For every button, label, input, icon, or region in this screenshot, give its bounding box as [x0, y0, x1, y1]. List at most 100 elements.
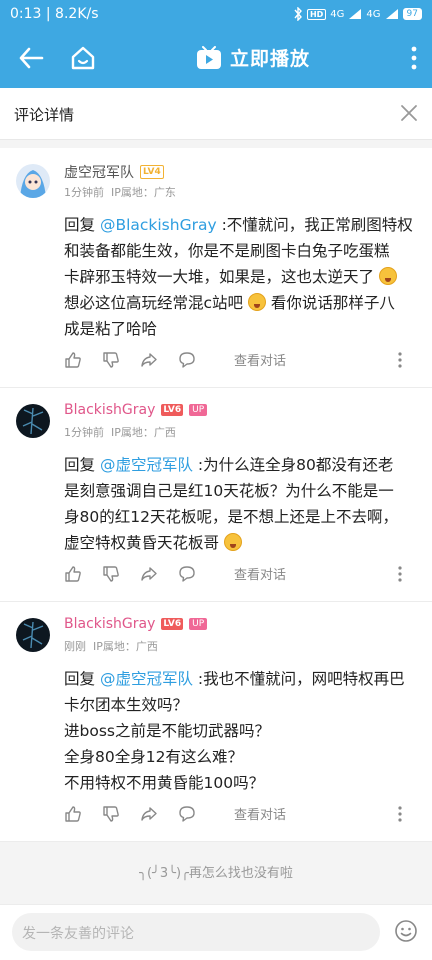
more-vertical-icon[interactable] — [410, 46, 418, 70]
status-right: HD 4G 4G 97 — [293, 7, 422, 21]
reply-prefix: 回复 — [64, 670, 100, 688]
username[interactable]: 虚空冠军队 — [64, 162, 134, 182]
share-icon[interactable] — [140, 805, 158, 823]
shocked-emoji-icon — [378, 267, 397, 285]
comment-time: 1分钟前 — [64, 186, 104, 199]
view-conversation-link[interactable]: 查看对话 — [234, 804, 286, 823]
reply-icon[interactable] — [178, 351, 196, 369]
comment-meta: 1分钟前 IP属地：广东 — [64, 184, 176, 200]
page-title: 评论详情 — [14, 106, 75, 124]
comment-actions: 查看对话 — [64, 350, 286, 369]
ip-location: IP属地：广西 — [93, 640, 158, 653]
comment-meta: 1分钟前 IP属地：广西 — [64, 424, 176, 440]
net-1: 4G — [330, 8, 345, 20]
comment-list: 虚空冠军队 LV4 1分钟前 IP属地：广东 回复 @BlackishGray … — [0, 148, 432, 842]
line-3: 身80的红12天花板呢，是不想上还是上不去啊， — [64, 508, 398, 526]
level-badge: LV6 — [161, 618, 184, 630]
reply-prefix: 回复 — [64, 216, 100, 234]
view-conversation-link[interactable]: 查看对话 — [234, 564, 286, 583]
comment-body: 回复 @虚空冠军队 :我也不懂就问，网吧特权再巴 卡尔团本生效吗？ 进boss之… — [64, 666, 416, 796]
comment-input-placeholder: 发一条友善的评论 — [22, 926, 134, 942]
battery-indicator: 97 — [402, 8, 422, 20]
view-conversation-link[interactable]: 查看对话 — [234, 350, 286, 369]
line-1: :不懂就问，我正常刷图特权 — [216, 216, 413, 234]
avatar[interactable] — [16, 618, 50, 652]
more-vertical-icon[interactable] — [398, 566, 402, 582]
line-3: 卡辟邪玉特效一大堆，如果是，这也太逆天了 — [64, 268, 375, 286]
up-badge: UP — [189, 404, 208, 416]
reply-icon[interactable] — [178, 565, 196, 583]
tv-play-icon — [197, 45, 221, 69]
like-icon[interactable] — [64, 351, 82, 369]
comment-body: 回复 @虚空冠军队 :为什么连全身80都没有还老 是刻意强调自己是红10天花板？… — [64, 452, 416, 556]
net-2: 4G — [366, 8, 381, 20]
username[interactable]: BlackishGray — [64, 402, 155, 418]
avatar-image — [16, 404, 50, 438]
comment-item: BlackishGray LV6 UP 刚刚 IP属地：广西 回复 @虚空冠军队… — [0, 602, 432, 842]
mention-link[interactable]: @虚空冠军队 — [100, 456, 193, 474]
comment-time: 1分钟前 — [64, 426, 104, 439]
line-5: 成是粘了哈哈 — [64, 320, 158, 338]
avatar[interactable] — [16, 164, 50, 198]
ip-location: IP属地：广西 — [111, 426, 176, 439]
line-4: 虚空特权黄昏天花板哥 — [64, 534, 220, 552]
comment-actions: 查看对话 — [64, 564, 286, 583]
home-icon[interactable] — [70, 45, 96, 71]
comment-actions: 查看对话 — [64, 804, 286, 823]
like-icon[interactable] — [64, 565, 82, 583]
line-2: 和装备都能生效，你是不是刷图卡白兔子吃蛋糕 — [64, 242, 390, 260]
signal-icon-2 — [385, 9, 398, 19]
app-bar: 立即播放 — [0, 28, 432, 88]
user-row: BlackishGray LV6 UP — [64, 616, 208, 632]
user-row: BlackishGray LV6 UP — [64, 402, 208, 418]
line-3: 进boss之前是不能切武器吗？ — [64, 722, 270, 740]
avatar-image — [16, 618, 50, 652]
more-vertical-icon[interactable] — [398, 352, 402, 368]
smile-icon[interactable] — [394, 919, 418, 943]
share-icon[interactable] — [140, 351, 158, 369]
comment-item: BlackishGray LV6 UP 1分钟前 IP属地：广西 回复 @虚空冠… — [0, 388, 432, 602]
line-2: 卡尔团本生效吗？ — [64, 696, 189, 714]
line-4: 全身80全身12有这么难？ — [64, 748, 243, 766]
line-4b: 看你说话那样子八 — [265, 294, 395, 312]
hd-tag: HD — [306, 8, 327, 20]
bluetooth-icon — [294, 7, 302, 21]
play-now-button[interactable]: 立即播放 — [196, 44, 310, 71]
level-badge: LV4 — [140, 165, 164, 179]
play-now-label: 立即播放 — [230, 48, 311, 70]
reply-prefix: 回复 — [64, 456, 100, 474]
status-left: 0:13 | 8.2K/s — [10, 6, 99, 22]
username[interactable]: BlackishGray — [64, 616, 155, 632]
close-icon[interactable] — [400, 104, 418, 122]
status-bar: 0:13 | 8.2K/s HD 4G 4G 97 — [0, 0, 432, 28]
scared-emoji-icon — [223, 533, 242, 551]
level-badge: LV6 — [161, 404, 184, 416]
arrow-left-icon[interactable] — [18, 46, 44, 70]
signal-icon — [349, 9, 362, 19]
comment-meta: 刚刚 IP属地：广西 — [64, 638, 158, 654]
more-vertical-icon[interactable] — [398, 806, 402, 822]
avatar[interactable] — [16, 404, 50, 438]
dislike-icon[interactable] — [102, 565, 120, 583]
dislike-icon[interactable] — [102, 805, 120, 823]
avatar-image — [16, 164, 50, 198]
reply-icon[interactable] — [178, 805, 196, 823]
like-icon[interactable] — [64, 805, 82, 823]
comment-time: 刚刚 — [64, 640, 86, 653]
comment-item: 虚空冠军队 LV4 1分钟前 IP属地：广东 回复 @BlackishGray … — [0, 148, 432, 388]
comment-detail-header: 评论详情 — [0, 88, 432, 140]
up-badge: UP — [189, 618, 208, 630]
mention-link[interactable]: @BlackishGray — [100, 216, 217, 234]
comment-input-bar: 发一条友善的评论 — [0, 904, 432, 960]
mention-link[interactable]: @虚空冠军队 — [100, 670, 193, 688]
dislike-icon[interactable] — [102, 351, 120, 369]
comment-body: 回复 @BlackishGray :不懂就问，我正常刷图特权 和装备都能生效，你… — [64, 212, 416, 342]
share-icon[interactable] — [140, 565, 158, 583]
comment-input[interactable]: 发一条友善的评论 — [12, 913, 380, 951]
line-2: 是刻意强调自己是红10天花板？为什么不能是一 — [64, 482, 394, 500]
user-row: 虚空冠军队 LV4 — [64, 162, 164, 182]
line-1: :为什么连全身80都没有还老 — [192, 456, 394, 474]
line-1: :我也不懂就问，网吧特权再巴 — [192, 670, 405, 688]
line-5: 不用特权不用黄昏能100吗？ — [64, 774, 265, 792]
laughing-emoji-icon — [247, 293, 266, 311]
